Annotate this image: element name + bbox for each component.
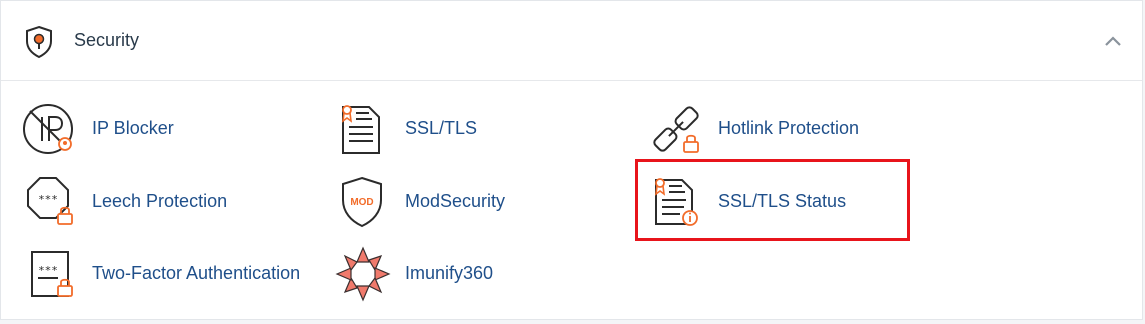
ip-blocker-icon: [23, 104, 73, 154]
ip-blocker-label: IP Blocker: [92, 118, 174, 138]
imunify360-logo-icon: [335, 246, 391, 302]
two-factor-authentication-link[interactable]: *** Two-Factor Authentication: [22, 246, 312, 302]
imunify360-label: Imunify360: [405, 263, 494, 283]
certificate-document-icon: [341, 105, 380, 154]
ssl-tls-status-link[interactable]: SSL/TLS Status: [648, 174, 847, 230]
two-factor-lock-icon: ***: [31, 251, 73, 297]
mod-shield-icon: MOD: [342, 176, 382, 228]
modsecurity-link[interactable]: MOD ModSecurity: [335, 174, 515, 230]
ssl-tls-label: SSL/TLS: [405, 118, 478, 138]
chevron-up-icon[interactable]: [1102, 31, 1124, 51]
certificate-info-icon: [654, 178, 698, 226]
password-lock-icon: ***: [27, 177, 73, 225]
section-header[interactable]: Security: [1, 1, 1142, 81]
broken-link-lock-icon: [653, 106, 699, 153]
svg-text:***: ***: [38, 193, 58, 206]
two-factor-authentication-label: Two-Factor Authentication: [92, 263, 301, 283]
section-title: Security: [74, 30, 140, 50]
hotlink-protection-label: Hotlink Protection: [718, 118, 860, 138]
ssl-tls-link[interactable]: SSL/TLS: [335, 101, 485, 157]
ip-blocker-link[interactable]: IP Blocker: [22, 101, 182, 157]
security-section: Security IP Blocker SSL/TLS Hotlink Prot…: [0, 0, 1143, 320]
svg-text:***: ***: [38, 264, 58, 277]
svg-text:MOD: MOD: [350, 197, 373, 208]
leech-protection-link[interactable]: *** Leech Protection: [22, 174, 232, 230]
imunify360-link[interactable]: Imunify360: [335, 246, 505, 302]
ssl-tls-status-label: SSL/TLS Status: [718, 191, 847, 211]
modsecurity-label: ModSecurity: [405, 191, 506, 211]
hotlink-protection-link[interactable]: Hotlink Protection: [648, 101, 878, 157]
shield-icon: [26, 25, 52, 59]
leech-protection-label: Leech Protection: [92, 191, 228, 211]
